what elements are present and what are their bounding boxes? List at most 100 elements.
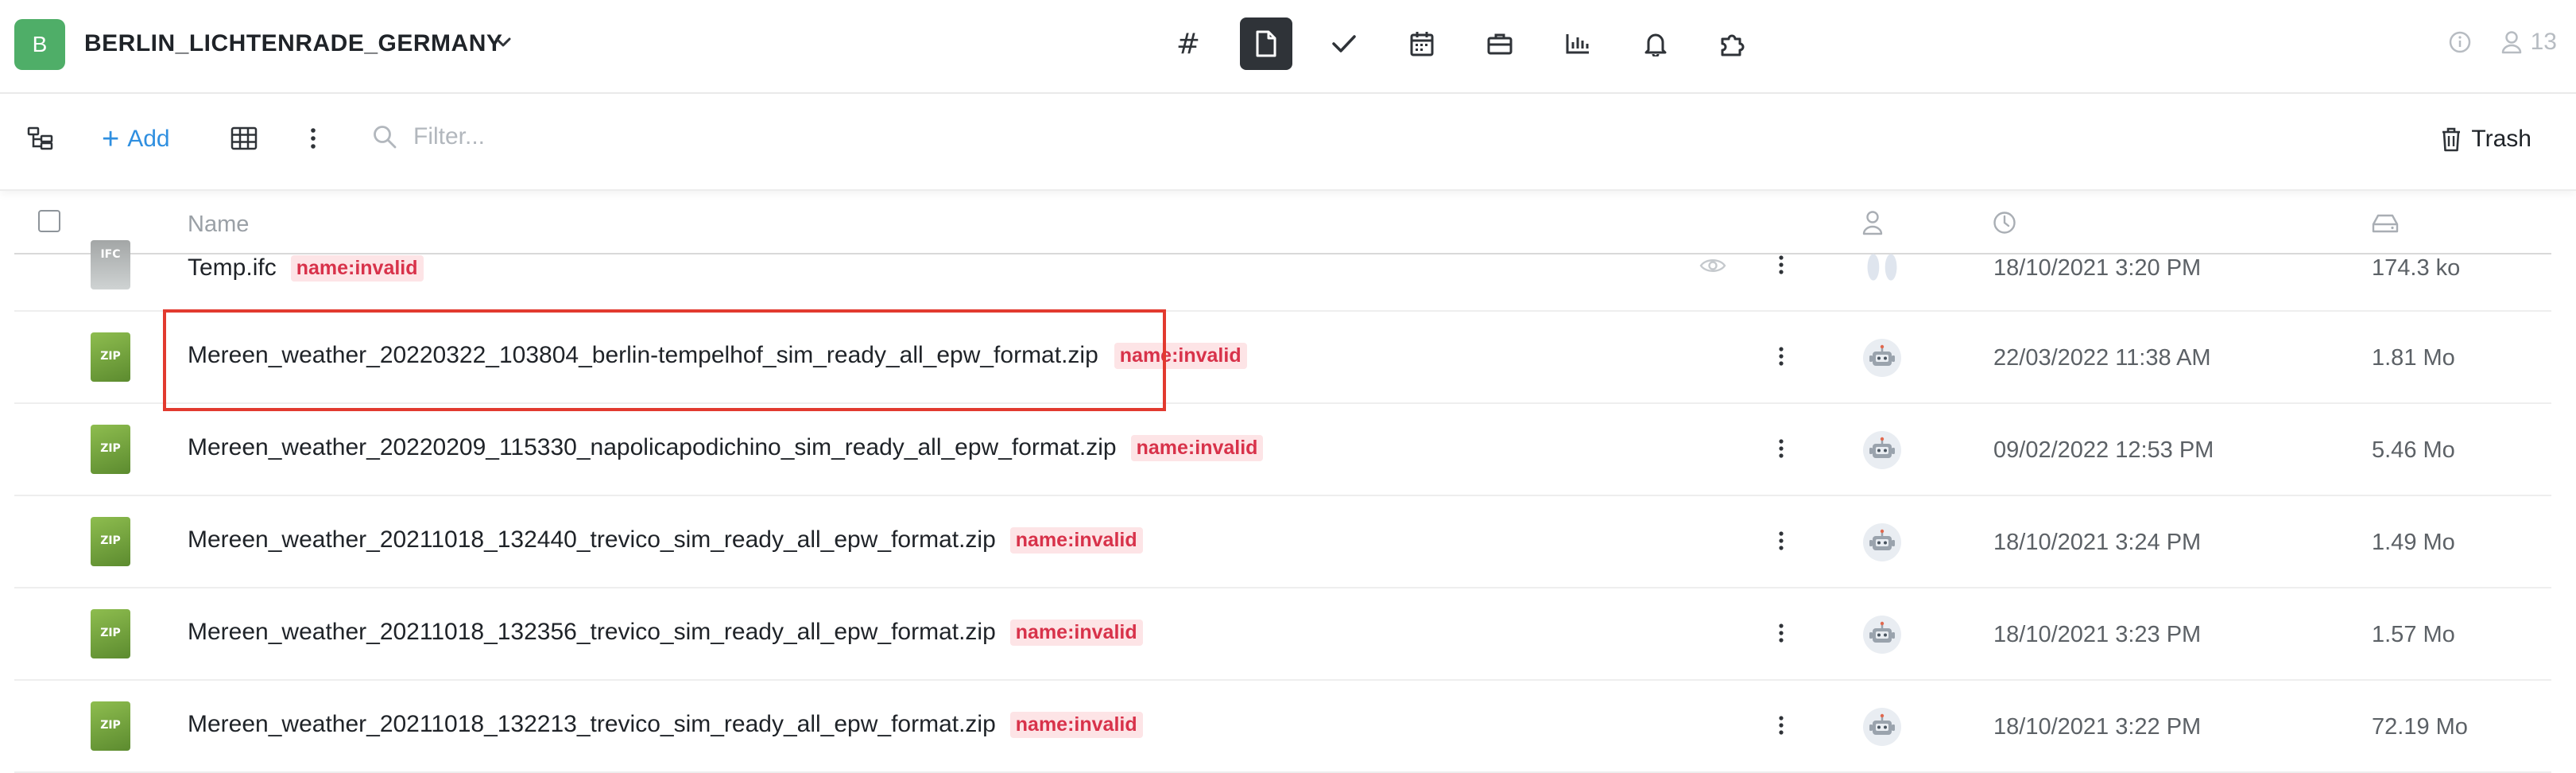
file-toolbar: + Add Trash [0, 94, 2576, 191]
filter-input[interactable] [412, 122, 733, 151]
modified-date: 18/10/2021 3:20 PM [1993, 255, 2202, 281]
zip-file-icon: ZIP [91, 517, 130, 566]
column-header-name[interactable]: Name [188, 212, 249, 238]
members-button[interactable]: 13 [2500, 29, 2557, 56]
nav-tab-calendar[interactable] [1396, 17, 1448, 70]
file-size: 174.3 ko [2372, 255, 2461, 281]
robot-icon [1869, 621, 1895, 643]
select-all-checkbox[interactable] [38, 210, 60, 232]
more-vertical-icon[interactable] [1777, 254, 1785, 277]
file-name-cell: Temp.ifc name:invalid [188, 254, 424, 282]
ifc-file-icon: IFC [91, 240, 130, 289]
table-row[interactable]: ZIP Mereen_weather_20211018_132356_trevi… [14, 588, 2551, 681]
avatar[interactable] [1863, 339, 1901, 377]
puzzle-icon [1721, 34, 1745, 56]
zip-file-icon: ZIP [91, 425, 130, 474]
avatar[interactable] [1863, 431, 1901, 469]
file-name[interactable]: Mereen_weather_20211018_132440_trevico_s… [188, 526, 996, 554]
modified-date: 18/10/2021 3:24 PM [1993, 530, 2202, 555]
file-name-cell: Mereen_weather_20220322_103804_berlin-te… [188, 342, 1247, 369]
table-row[interactable]: ZIP Mereen_weather_20220322_103804_berli… [14, 312, 2551, 404]
user-icon[interactable] [1861, 210, 1884, 235]
robot-icon [1869, 344, 1895, 366]
status-tag: name:invalid [1130, 434, 1264, 461]
user-icon [2501, 31, 2521, 54]
bell-icon [1644, 33, 1667, 56]
project-name[interactable]: BERLIN_LICHTENRADE_GERMANY [84, 30, 502, 57]
check-icon [1332, 35, 1356, 52]
placeholder-avatar-icon [1867, 254, 1897, 281]
file-name[interactable]: Mereen_weather_20211018_132356_trevico_s… [188, 619, 996, 646]
file-size: 1.81 Mo [2372, 345, 2455, 371]
zip-file-icon: ZIP [91, 701, 130, 751]
file-name-cell: Mereen_weather_20211018_132213_trevico_s… [188, 711, 1143, 738]
info-icon[interactable] [2448, 30, 2472, 54]
status-tag: name:invalid [290, 254, 424, 282]
table-row[interactable]: ZIP Mereen_weather_20211018_132440_trevi… [14, 496, 2551, 588]
table-row[interactable]: ZIP Mereen_weather_20211018_132213_trevi… [14, 681, 2551, 773]
main-nav: # [1162, 17, 1760, 70]
nav-tab-hash[interactable]: # [1162, 17, 1214, 70]
avatar[interactable] [1863, 616, 1901, 654]
search-icon [374, 126, 397, 149]
file-name[interactable]: Mereen_weather_20220322_103804_berlin-te… [188, 342, 1098, 369]
plus-icon: + [102, 122, 120, 156]
add-button[interactable]: + Add [102, 122, 170, 156]
status-tag: name:invalid [1009, 711, 1143, 738]
zip-file-icon: ZIP [91, 332, 130, 382]
robot-icon [1869, 437, 1895, 458]
document-icon [1256, 30, 1276, 57]
grid-view-icon[interactable] [230, 126, 258, 151]
more-vertical-icon[interactable] [308, 126, 318, 151]
clock-icon[interactable] [1992, 210, 2017, 235]
avatar[interactable] [1863, 708, 1901, 746]
chart-icon [1566, 34, 1589, 54]
more-vertical-icon[interactable] [1777, 623, 1785, 645]
avatar[interactable] [1863, 248, 1901, 286]
more-vertical-icon[interactable] [1777, 530, 1785, 553]
file-size: 1.57 Mo [2372, 622, 2455, 647]
file-size: 72.19 Mo [2372, 714, 2468, 740]
table-row[interactable]: IFC Temp.ifc name:invalid 18/10/2021 3:2… [14, 240, 2551, 312]
modified-date: 22/03/2022 11:38 AM [1993, 345, 2211, 371]
add-label: Add [127, 126, 170, 152]
calendar-icon [1410, 32, 1434, 56]
modified-date: 09/02/2022 12:53 PM [1993, 437, 2214, 463]
trash-label: Trash [2471, 126, 2531, 152]
trash-button[interactable]: Trash [2441, 126, 2531, 153]
header-right: 13 [2448, 29, 2557, 56]
nav-tab-tasks[interactable] [1318, 17, 1370, 70]
folder-tree-icon[interactable] [27, 126, 54, 151]
more-vertical-icon[interactable] [1777, 346, 1785, 368]
table-row[interactable]: ZIP Mereen_weather_20220209_115330_napol… [14, 404, 2551, 496]
status-tag: name:invalid [1114, 342, 1247, 369]
status-tag: name:invalid [1009, 526, 1143, 554]
modified-date: 18/10/2021 3:22 PM [1993, 714, 2202, 740]
nav-tab-integrations[interactable] [1707, 17, 1760, 70]
file-name[interactable]: Mereen_weather_20220209_115330_napolicap… [188, 434, 1117, 461]
more-vertical-icon[interactable] [1777, 438, 1785, 460]
trash-icon [2442, 127, 2461, 152]
nav-tab-projects[interactable] [1474, 17, 1526, 70]
eye-icon[interactable] [1699, 256, 1726, 275]
file-name-cell: Mereen_weather_20211018_132356_trevico_s… [188, 619, 1143, 646]
member-count: 13 [2530, 29, 2557, 55]
table-header: Name [14, 197, 2551, 254]
storage-icon[interactable] [2372, 213, 2399, 234]
zip-file-icon: ZIP [91, 609, 130, 658]
file-list: IFC Temp.ifc name:invalid 18/10/2021 3:2… [14, 240, 2551, 773]
nav-tab-notifications[interactable] [1629, 17, 1682, 70]
nav-tab-files[interactable] [1240, 17, 1292, 70]
file-name[interactable]: Mereen_weather_20211018_132213_trevico_s… [188, 711, 996, 738]
chevron-down-icon[interactable] [494, 37, 512, 48]
avatar[interactable] [1863, 523, 1901, 561]
more-vertical-icon[interactable] [1777, 715, 1785, 737]
file-size: 5.46 Mo [2372, 437, 2455, 463]
file-name[interactable]: Temp.ifc [188, 254, 277, 282]
robot-icon [1869, 713, 1895, 735]
briefcase-icon [1487, 33, 1513, 55]
project-avatar[interactable]: B [14, 19, 65, 70]
top-bar: B BERLIN_LICHTENRADE_GERMANY # 13 [0, 0, 2576, 94]
nav-tab-analytics[interactable] [1551, 17, 1604, 70]
filter-field [372, 122, 733, 151]
